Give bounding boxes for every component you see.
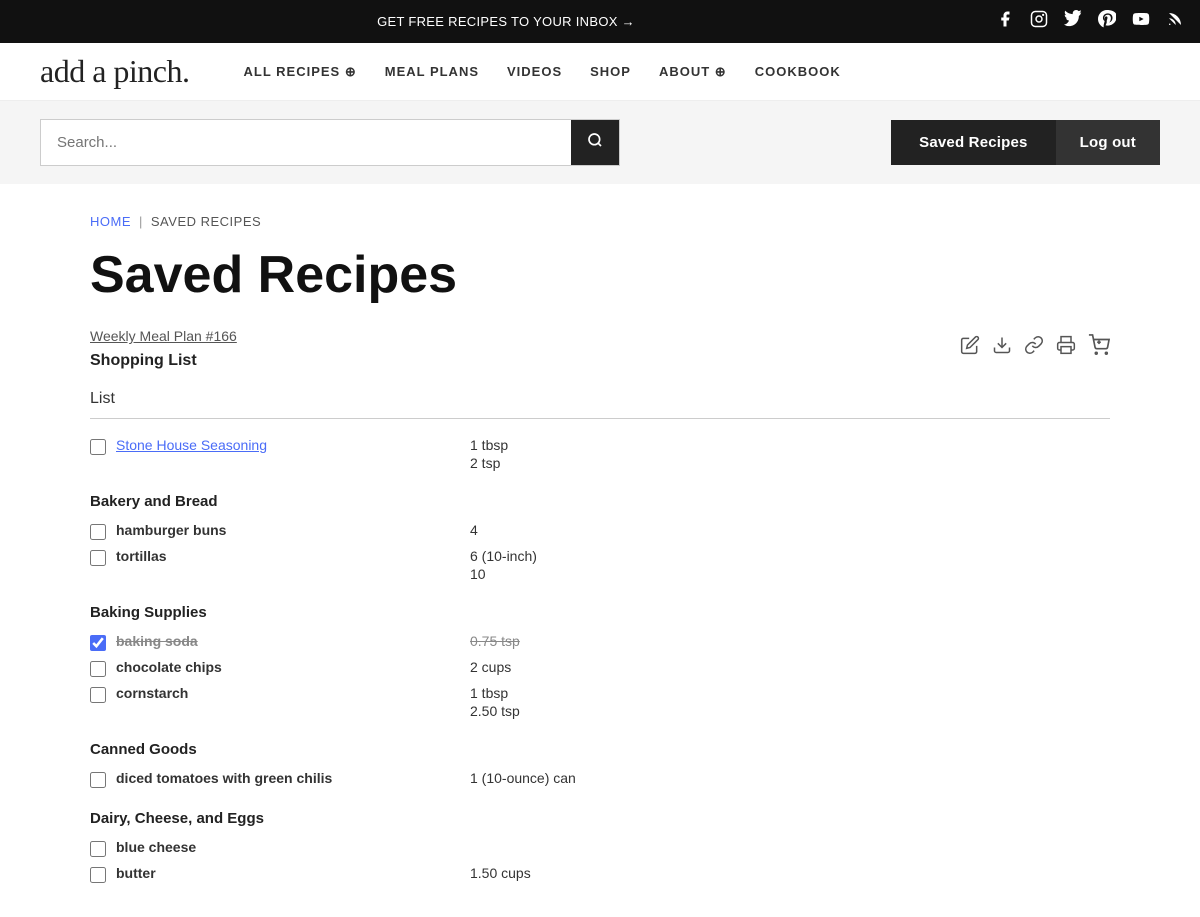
category-header: Bakery and Bread bbox=[90, 493, 1110, 510]
list-item-amount: 0.75 tsp bbox=[470, 633, 520, 649]
list-item: chocolate chips 2 cups bbox=[90, 655, 1110, 681]
rss-icon[interactable] bbox=[1166, 10, 1184, 33]
list-item-checkbox[interactable] bbox=[90, 687, 106, 703]
list-item-label: baking soda bbox=[116, 633, 198, 649]
header: add a pinch. ALL RECIPES ⊕ MEAL PLANS VI… bbox=[0, 43, 1200, 101]
list-item-checkbox[interactable] bbox=[90, 439, 106, 455]
list-item: blue cheese bbox=[90, 835, 1110, 861]
list-item-label: chocolate chips bbox=[116, 659, 222, 675]
breadcrumb-home[interactable]: HOME bbox=[90, 214, 131, 229]
list-item-amounts: 0.75 tsp bbox=[470, 633, 520, 649]
cart-icon[interactable] bbox=[1088, 334, 1110, 361]
list-item-checkbox[interactable] bbox=[90, 635, 106, 651]
pinterest-icon[interactable] bbox=[1098, 10, 1116, 33]
list-item-label: blue cheese bbox=[116, 839, 196, 855]
list-item: Stone House Seasoning 1 tbsp 2 tsp bbox=[90, 433, 1110, 475]
list-item-amount: 1 (10-ounce) can bbox=[470, 770, 576, 786]
list-item-checkbox[interactable] bbox=[90, 550, 106, 566]
search-bar-area: Saved Recipes Log out bbox=[0, 101, 1200, 184]
list-item: tortillas 6 (10-inch) 10 bbox=[90, 544, 1110, 586]
list-item: butter 1.50 cups bbox=[90, 861, 1110, 887]
instagram-icon[interactable] bbox=[1030, 10, 1048, 33]
list-item-amount: 2.50 tsp bbox=[470, 703, 520, 719]
list-divider bbox=[90, 418, 1110, 419]
breadcrumb-current: SAVED RECIPES bbox=[151, 214, 261, 229]
category-header: Canned Goods bbox=[90, 741, 1110, 758]
logout-button[interactable]: Log out bbox=[1056, 120, 1160, 165]
page-title: Saved Recipes bbox=[90, 247, 1110, 304]
list-item-amount: 4 bbox=[470, 522, 478, 538]
print-icon[interactable] bbox=[1056, 335, 1076, 360]
list-item-label[interactable]: Stone House Seasoning bbox=[116, 437, 267, 453]
top-banner: GET FREE RECIPES TO YOUR INBOX → bbox=[0, 0, 1200, 43]
search-input[interactable] bbox=[41, 122, 571, 163]
list-item-amounts: 1 tbsp 2.50 tsp bbox=[470, 685, 520, 719]
list-item: hamburger buns 4 bbox=[90, 518, 1110, 544]
search-form bbox=[40, 119, 620, 166]
list-item-checkbox[interactable] bbox=[90, 524, 106, 540]
nav-cookbook[interactable]: COOKBOOK bbox=[741, 56, 855, 87]
shopping-list: Stone House Seasoning 1 tbsp 2 tsp Bakery a… bbox=[90, 433, 1110, 887]
list-section-label: List bbox=[90, 390, 1110, 408]
meal-plan-info: Weekly Meal Plan #166 Shopping List bbox=[90, 328, 237, 370]
list-item-label: hamburger buns bbox=[116, 522, 226, 538]
breadcrumb: HOME | SAVED RECIPES bbox=[90, 214, 1110, 229]
list-item-amount: 6 (10-inch) bbox=[470, 548, 537, 564]
breadcrumb-separator: | bbox=[139, 214, 143, 229]
list-item-amount: 1 tbsp bbox=[470, 437, 508, 453]
list-item-label: butter bbox=[116, 865, 156, 881]
nav-about[interactable]: ABOUT ⊕ bbox=[645, 56, 741, 88]
header-buttons: Saved Recipes Log out bbox=[891, 120, 1160, 165]
list-item-amounts: 6 (10-inch) 10 bbox=[470, 548, 537, 582]
list-item-amounts: 1.50 cups bbox=[470, 865, 531, 881]
list-item-label: cornstarch bbox=[116, 685, 188, 701]
list-item: cornstarch 1 tbsp 2.50 tsp bbox=[90, 681, 1110, 723]
list-item-amount: 2 cups bbox=[470, 659, 511, 675]
list-item-amounts: 1 (10-ounce) can bbox=[470, 770, 576, 786]
main-content: HOME | SAVED RECIPES Saved Recipes Weekl… bbox=[50, 184, 1150, 917]
category-header: Baking Supplies bbox=[90, 604, 1110, 621]
edit-icon[interactable] bbox=[960, 335, 980, 360]
list-item-checkbox[interactable] bbox=[90, 867, 106, 883]
icon-tools bbox=[960, 328, 1110, 361]
nav-all-recipes[interactable]: ALL RECIPES ⊕ bbox=[230, 56, 371, 88]
shopping-list-title: Shopping List bbox=[90, 352, 237, 370]
link-icon[interactable] bbox=[1024, 335, 1044, 360]
nav-meal-plans[interactable]: MEAL PLANS bbox=[371, 56, 493, 87]
list-item-amount: 1 tbsp bbox=[470, 685, 520, 701]
search-button[interactable] bbox=[571, 120, 619, 165]
list-item-label: diced tomatoes with green chilis bbox=[116, 770, 332, 786]
list-item-amount: 1.50 cups bbox=[470, 865, 531, 881]
list-item-checkbox[interactable] bbox=[90, 772, 106, 788]
banner-cta[interactable]: GET FREE RECIPES TO YOUR INBOX → bbox=[16, 14, 996, 29]
list-item-checkbox[interactable] bbox=[90, 661, 106, 677]
list-item-amounts: 2 cups bbox=[470, 659, 511, 675]
social-icons bbox=[996, 10, 1184, 33]
facebook-icon[interactable] bbox=[996, 10, 1014, 33]
main-nav: ALL RECIPES ⊕ MEAL PLANS VIDEOS SHOP ABO… bbox=[230, 56, 1161, 88]
list-item-amount: 10 bbox=[470, 566, 537, 582]
list-item-amount: 2 tsp bbox=[470, 455, 508, 471]
nav-shop[interactable]: SHOP bbox=[576, 56, 645, 87]
saved-recipes-button[interactable]: Saved Recipes bbox=[891, 120, 1056, 165]
download-icon[interactable] bbox=[992, 335, 1012, 360]
twitter-icon[interactable] bbox=[1064, 10, 1082, 33]
list-item-label: tortillas bbox=[116, 548, 167, 564]
list-item-amounts: 1 tbsp 2 tsp bbox=[470, 437, 508, 471]
tools-row: Weekly Meal Plan #166 Shopping List bbox=[90, 328, 1110, 370]
list-item-checkbox[interactable] bbox=[90, 841, 106, 857]
list-item: diced tomatoes with green chilis 1 (10-ou… bbox=[90, 766, 1110, 792]
youtube-icon[interactable] bbox=[1132, 10, 1150, 33]
site-logo[interactable]: add a pinch. bbox=[40, 53, 190, 90]
list-item-amounts: 4 bbox=[470, 522, 478, 538]
list-item: baking soda 0.75 tsp bbox=[90, 629, 1110, 655]
category-header: Dairy, Cheese, and Eggs bbox=[90, 810, 1110, 827]
meal-plan-link[interactable]: Weekly Meal Plan #166 bbox=[90, 328, 237, 344]
nav-videos[interactable]: VIDEOS bbox=[493, 56, 576, 87]
